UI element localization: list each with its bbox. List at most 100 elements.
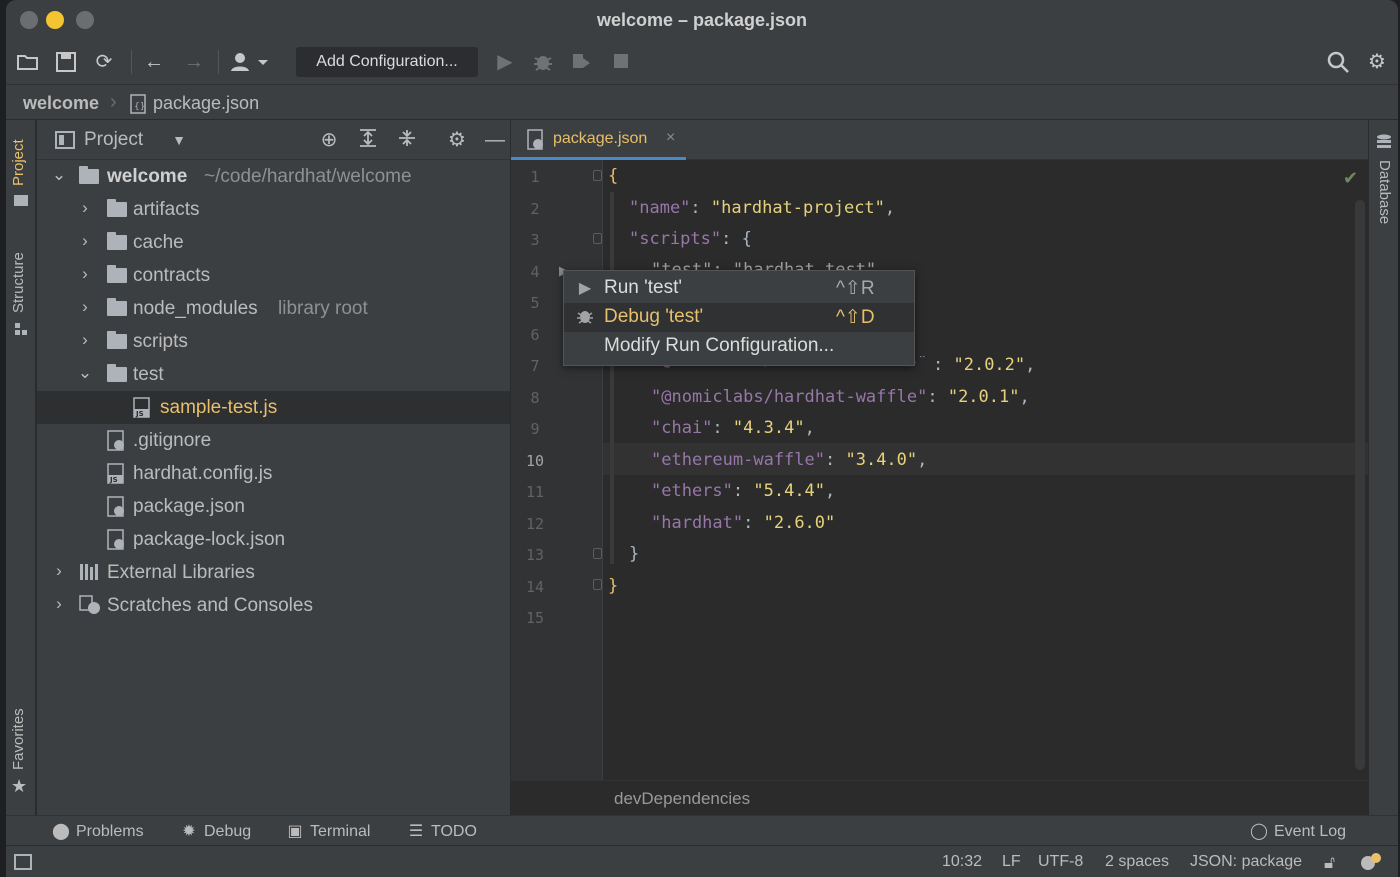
tab-project[interactable]: Project [10,139,27,186]
back-arrow-icon[interactable]: ← [142,50,166,74]
json-file-icon: {} [130,94,148,114]
tree-row-test[interactable]: ⌄ test [37,358,510,391]
toggle-tool-windows-icon[interactable] [14,854,32,870]
tree-row-root[interactable]: ⌄ welcome ~/code/hardhat/welcome [37,160,510,193]
project-panel-title[interactable]: Project [84,129,143,151]
close-icon[interactable]: × [666,129,675,147]
code-line-current: "ethereum-waffle": "3.4.0", [651,450,928,470]
tree-root-name: welcome [107,166,188,187]
chevron-down-icon[interactable]: ▼ [167,128,191,152]
project-panel-header: Project ▼ ⊕ ⚙ — [37,120,510,160]
chevron-down-icon[interactable]: ⌄ [51,165,67,185]
indent-setting[interactable]: 2 spaces [1105,853,1169,871]
tree-row-cache[interactable]: › cache [37,226,510,259]
fold-marker-icon[interactable] [593,579,602,590]
stop-icon[interactable] [609,50,633,74]
code-line: "hardhat": "2.6.0" [651,513,836,533]
structure-breadcrumb[interactable]: devDependencies [614,789,750,809]
chevron-right-icon[interactable]: › [77,297,93,317]
tab-structure[interactable]: Structure [10,252,27,313]
breadcrumb-file[interactable]: package.json [153,93,259,114]
breadcrumb-root[interactable]: welcome [23,93,99,114]
chevron-right-icon[interactable]: › [51,594,67,614]
tree-row-external-libraries[interactable]: › External Libraries [37,556,510,589]
svg-text:{}: {} [134,102,145,112]
menu-item-run-test[interactable]: ▶ Run 'test' ^⇧R [564,274,914,303]
tab-package-json[interactable]: package.json × [511,120,686,160]
expand-all-icon[interactable] [356,128,380,152]
fold-marker-icon[interactable] [593,233,602,244]
tool-label: Event Log [1274,823,1347,840]
tree-item-label: package-lock.json [133,529,286,550]
tree-row-artifacts[interactable]: › artifacts [37,193,510,226]
tool-todo[interactable]: ☰ TODO [407,821,477,841]
chevron-right-icon[interactable]: › [77,330,93,350]
code-editor[interactable]: 1 2 3 4 5 6 7 8 9 10 11 12 13 14 15 ▶ { … [511,160,1368,780]
line-number: 6 [530,326,540,344]
navigation-breadcrumb: welcome › {} package.json [6,84,1398,120]
tree-row-contracts[interactable]: › contracts [37,259,510,292]
code-token: } [629,544,640,564]
fold-marker-icon[interactable] [593,170,602,181]
tree-row-package-json[interactable]: package.json [37,490,510,523]
run-context-popup: ▶ Run 'test' ^⇧R Debug 'test' ^⇧D Modify… [563,270,915,366]
line-number: 4 [530,263,540,281]
tool-event-log[interactable]: ◯ Event Log [1250,821,1346,841]
gear-icon[interactable]: ⚙ [445,128,469,152]
menu-item-label: Modify Run Configuration... [604,335,835,356]
vcs-user-icon[interactable] [230,50,270,74]
open-folder-icon[interactable] [16,50,40,74]
json-schema[interactable]: JSON: package [1190,853,1302,871]
tree-row-hardhat-config[interactable]: JS hardhat.config.js [37,457,510,490]
settings-gear-icon[interactable]: ⚙ [1365,50,1389,74]
tree-row-sample-test[interactable]: JS sample-test.js [37,391,510,424]
caret-position[interactable]: 10:32 [942,853,982,871]
inspection-ok-icon[interactable]: ✔ [1343,168,1358,189]
folder-icon [107,232,127,250]
tool-terminal[interactable]: ▣ Terminal [286,821,370,841]
run-icon[interactable]: ▶ [493,50,517,74]
file-encoding[interactable]: UTF-8 [1038,853,1083,871]
editor-scrollbar[interactable] [1355,200,1365,770]
tree-row-gitignore[interactable]: .gitignore [37,424,510,457]
coverage-icon[interactable] [569,50,593,74]
line-number-current: 10 [525,452,545,470]
chevron-right-icon[interactable]: › [77,264,93,284]
sync-icon[interactable]: ⟳ [92,50,116,74]
tree-row-scripts[interactable]: › scripts [37,325,510,358]
chevron-right-icon[interactable]: › [77,231,93,251]
json-key: "@nomiclabs/hardhat-waffle" [651,387,928,407]
tree-row-package-lock[interactable]: package-lock.json [37,523,510,556]
add-configuration-button[interactable]: Add Configuration... [296,47,478,77]
chevron-down-icon[interactable]: ⌄ [77,363,93,383]
notification-icon[interactable] [1358,852,1382,877]
tree-row-scratches[interactable]: › Scratches and Consoles [37,589,510,622]
minimize-panel-icon[interactable]: — [483,128,507,152]
json-value: "hardhat-project" [710,198,885,218]
tree-row-node-modules[interactable]: › node_modules library root [37,292,510,325]
tool-label: Terminal [310,823,371,840]
tool-problems[interactable]: ⬤ Problems [52,821,144,841]
save-icon[interactable] [54,50,78,74]
chevron-right-icon[interactable]: › [77,198,93,218]
chevron-right-icon[interactable]: › [51,561,67,581]
search-icon[interactable] [1326,50,1350,74]
forward-arrow-icon[interactable]: → [182,50,206,74]
menu-item-modify-run-config[interactable]: Modify Run Configuration... [564,332,914,361]
ignore-file-icon [107,430,127,451]
tree-item-label: contracts [133,265,211,286]
unlock-icon[interactable]: 🔓︎ [1324,853,1335,873]
debug-bug-icon[interactable] [531,50,555,74]
tool-debug[interactable]: ✹ Debug [180,821,251,841]
tab-database[interactable]: Database [1376,160,1393,224]
locate-target-icon[interactable]: ⊕ [317,128,341,152]
line-separator[interactable]: LF [1002,853,1021,871]
tab-favorites[interactable]: Favorites [10,708,27,770]
line-number: 13 [525,546,545,564]
line-number: 7 [530,357,540,375]
fold-marker-icon[interactable] [593,548,602,559]
ide-window: welcome – package.json ⟳ ← → Add Configu… [6,0,1398,877]
json-file-icon [107,529,127,550]
collapse-all-icon[interactable] [395,128,419,152]
menu-item-debug-test[interactable]: Debug 'test' ^⇧D [564,303,914,332]
